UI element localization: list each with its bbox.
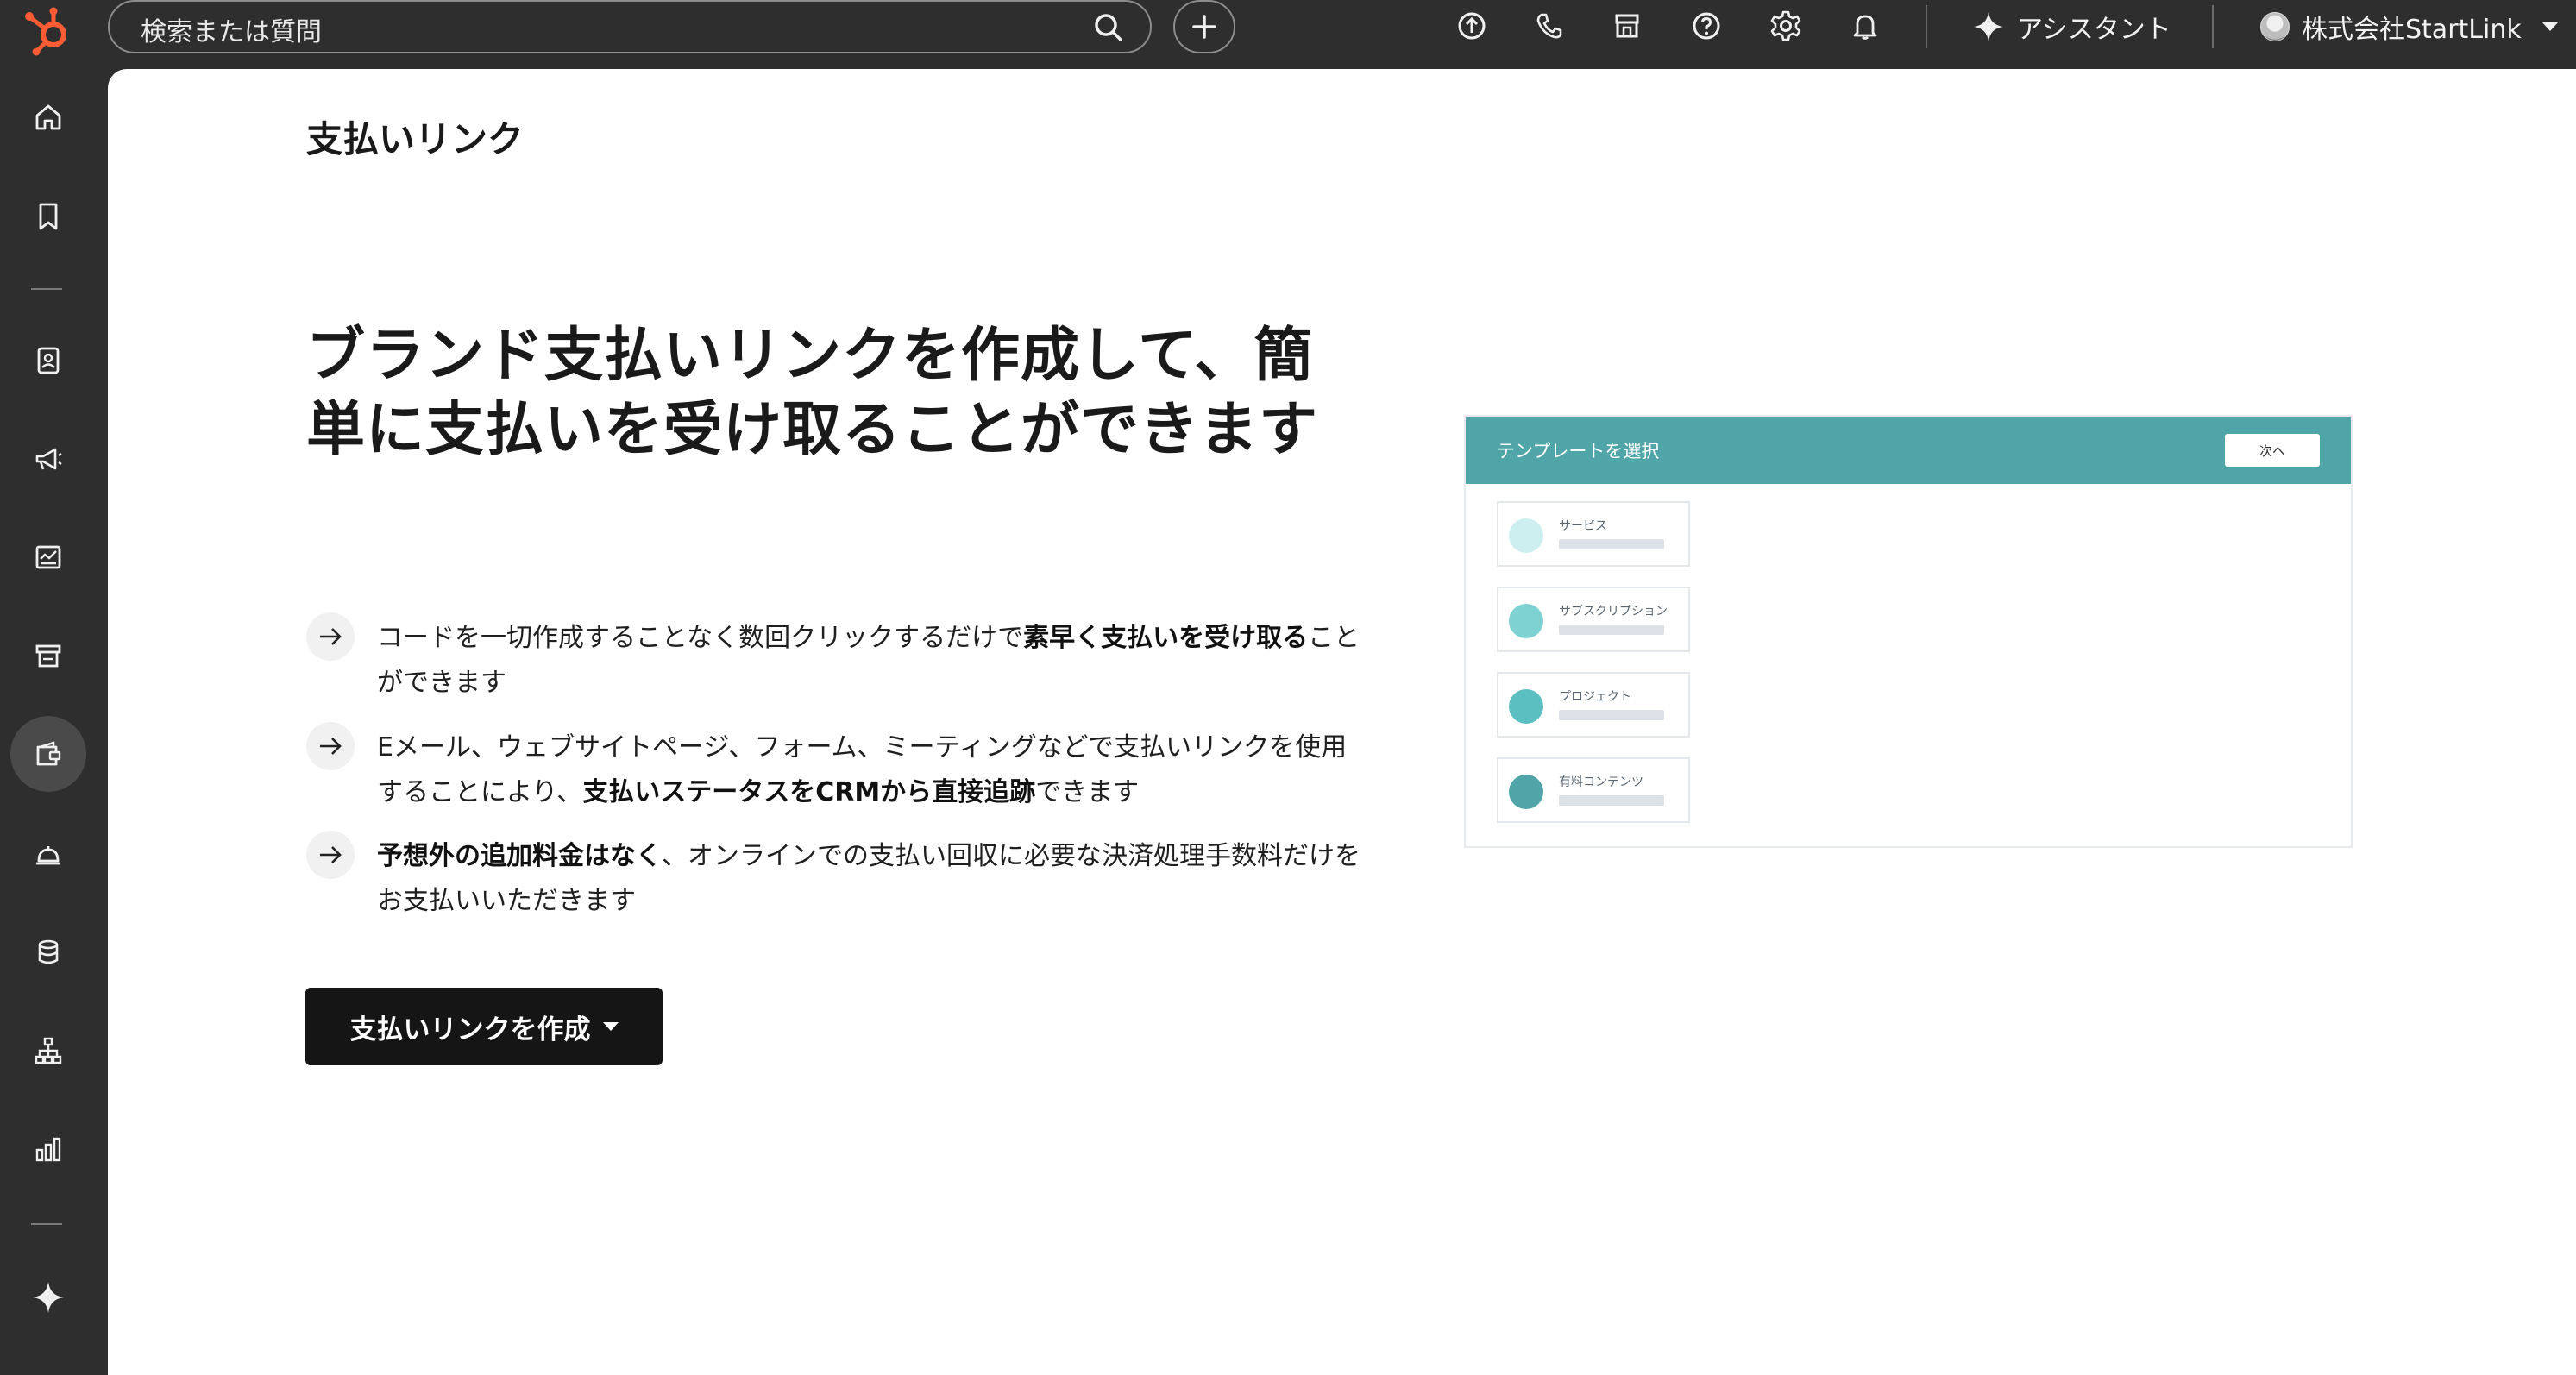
assistant-label: アシスタント	[2017, 15, 2171, 45]
benefit-text: コードを一切作成することなく数回クリックするだけで素早く支払いを受け取ることがで…	[377, 623, 1360, 698]
settings-gear-icon[interactable]	[1769, 9, 1803, 43]
payments-wallet-icon[interactable]	[10, 716, 86, 792]
template-label: サービス	[1559, 519, 1607, 533]
marketing-megaphone-icon[interactable]	[10, 421, 86, 497]
benefit-item: コードを一切作成することなく数回クリックするだけで素早く支払いを受け取ることがで…	[306, 612, 1360, 707]
bookmark-icon[interactable]	[10, 179, 86, 254]
marketplace-icon[interactable]	[1610, 9, 1644, 43]
benefit-item: Eメール、ウェブサイトページ、フォーム、ミーティングなどで支払いリンクを使用する…	[306, 722, 1359, 817]
benefit-text: 予想外の追加料金はなく、オンラインでの支払い回収に必要な決済処理手数料だけをお支…	[377, 841, 1360, 916]
create-payment-link-label: 支払いリンクを作成	[349, 1014, 591, 1045]
hubspot-logo-icon[interactable]	[19, 2, 78, 60]
upgrade-icon[interactable]	[1454, 9, 1489, 43]
left-sidebar	[0, 69, 108, 1375]
assistant-button[interactable]: アシスタント	[1972, 5, 2171, 48]
arrow-right-icon	[306, 612, 355, 661]
top-navigation-bar: 検索または質問 アシスタント 株式会社StartLink	[0, 0, 2576, 69]
template-placeholder-bar	[1559, 625, 1664, 635]
sparkle-icon	[1974, 12, 2003, 41]
global-search-bar[interactable]: 検索または質問	[108, 0, 1152, 53]
template-color-dot	[1509, 604, 1543, 638]
template-label: サブスクリプション	[1559, 605, 1668, 618]
arrow-right-icon	[306, 722, 355, 770]
template-color-dot	[1509, 775, 1543, 809]
account-menu[interactable]: 株式会社StartLink	[2260, 5, 2558, 48]
template-color-dot	[1509, 689, 1543, 724]
phone-icon[interactable]	[1532, 9, 1567, 43]
commerce-store-icon[interactable]	[10, 618, 86, 694]
sidebar-divider	[31, 1223, 62, 1225]
illustration-next-button: 次へ	[2225, 434, 2320, 467]
account-name: 株式会社StartLink	[2302, 15, 2522, 45]
template-card: 有料コンテンツ	[1497, 757, 1690, 823]
template-color-dot	[1509, 518, 1543, 553]
topbar-divider	[1926, 5, 1927, 48]
topbar-divider	[2212, 5, 2214, 48]
template-label: 有料コンテンツ	[1559, 775, 1643, 789]
chevron-down-icon	[602, 1022, 619, 1031]
benefit-text: Eメール、ウェブサイトページ、フォーム、ミーティングなどで支払いリンクを使用する…	[377, 732, 1348, 807]
benefit-item: 予想外の追加料金はなく、オンラインでの支払い回収に必要な決済処理手数料だけをお支…	[306, 831, 1360, 926]
avatar	[2260, 12, 2290, 41]
search-placeholder: 検索または質問	[141, 17, 322, 47]
template-card: サービス	[1497, 501, 1690, 567]
template-placeholder-bar	[1559, 795, 1664, 806]
illustration-header-title: テンプレートを選択	[1497, 441, 1660, 461]
plus-icon	[1192, 15, 1216, 39]
template-placeholder-bar	[1559, 710, 1664, 720]
chevron-down-icon	[2541, 22, 2558, 31]
template-label: プロジェクト	[1559, 690, 1631, 704]
create-payment-link-button[interactable]: 支払いリンクを作成	[305, 988, 663, 1065]
main-content: 支払いリンク ブランド支払いリンクを作成して、簡単に支払いを受け取ることができま…	[108, 69, 2576, 1375]
app-window: 検索または質問 アシスタント 株式会社StartLink 支払いリンク ブランド…	[0, 0, 2576, 1375]
content-icon[interactable]	[10, 519, 86, 595]
data-database-icon[interactable]	[10, 914, 86, 990]
home-icon[interactable]	[10, 79, 86, 155]
service-bell-icon[interactable]	[10, 816, 86, 892]
automation-org-chart-icon[interactable]	[10, 1013, 86, 1089]
template-card: プロジェクト	[1497, 672, 1690, 738]
help-icon[interactable]	[1689, 9, 1724, 43]
page-title: 支払いリンク	[306, 118, 525, 160]
template-placeholder-bar	[1559, 539, 1664, 549]
template-card: サブスクリプション	[1497, 587, 1690, 652]
illustration-header: テンプレートを選択 次へ	[1466, 417, 2351, 484]
notifications-bell-icon[interactable]	[1848, 9, 1882, 43]
hero-heading: ブランド支払いリンクを作成して、簡単に支払いを受け取ることができます	[306, 322, 1319, 464]
arrow-right-icon	[306, 831, 355, 879]
contacts-icon[interactable]	[10, 323, 86, 399]
search-icon[interactable]	[1091, 10, 1126, 45]
ai-sparkle-icon[interactable]	[10, 1259, 86, 1335]
template-selection-illustration: テンプレートを選択 次へ サービス サブスクリプション プロジェクト 有料コンテ	[1464, 415, 2353, 848]
reporting-bar-chart-icon[interactable]	[10, 1111, 86, 1187]
create-new-button[interactable]	[1173, 0, 1235, 53]
sidebar-divider	[31, 288, 62, 290]
